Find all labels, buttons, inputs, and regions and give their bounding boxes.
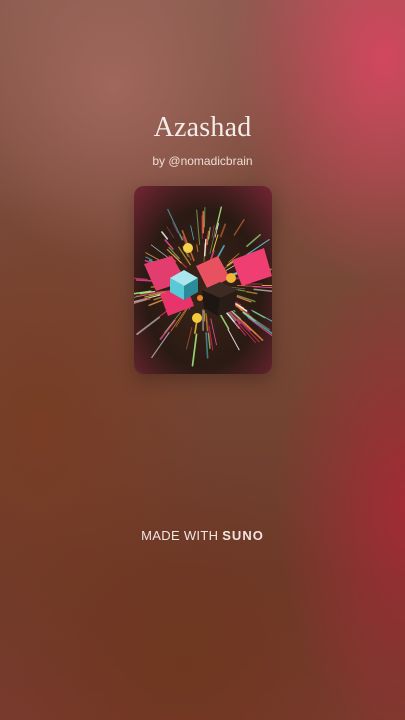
suno-brand[interactable]: SUNO [222, 528, 264, 543]
yellow-sphere [192, 313, 202, 323]
yellow-sphere [226, 273, 236, 283]
artist-byline[interactable]: by @nomadicbrain [0, 154, 405, 168]
cover-art [134, 186, 272, 374]
song-title: Azashad [153, 112, 252, 143]
burst-ray [203, 206, 206, 228]
made-with-label: MADE WITH [141, 528, 219, 543]
burst-ray [203, 310, 206, 322]
orange-sphere [197, 295, 203, 301]
yellow-sphere [183, 243, 193, 253]
made-with-suno: MADE WITH SUNO [0, 528, 405, 543]
cover-art-image [134, 186, 272, 374]
